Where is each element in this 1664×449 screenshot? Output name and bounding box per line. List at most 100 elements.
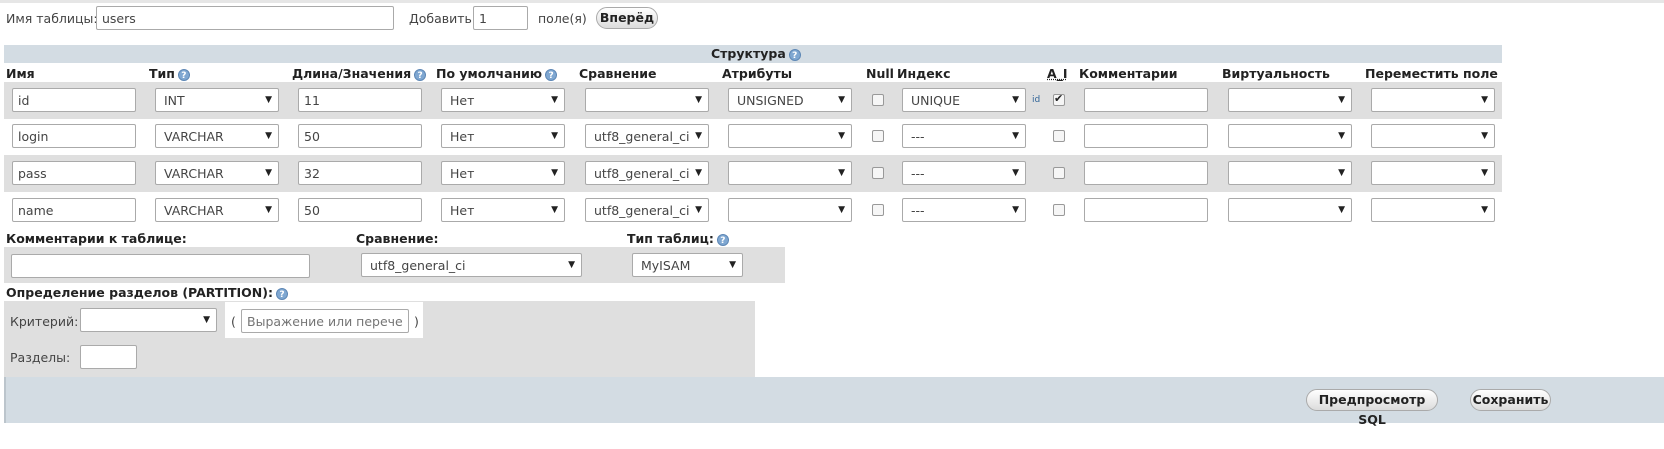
field-comment-input[interactable] (1084, 88, 1208, 112)
field-name-input[interactable] (12, 88, 136, 112)
field-collation-select[interactable]: utf8_general_ci ▼ (585, 161, 709, 185)
field-comment-input[interactable] (1084, 161, 1208, 185)
index-note: id (1032, 95, 1041, 105)
field-attributes-select[interactable]: ▼ (728, 198, 852, 222)
save-button[interactable]: Сохранить (1470, 389, 1551, 411)
col-collation-header: Сравнение (579, 66, 657, 81)
field-null-checkbox[interactable] (872, 204, 884, 216)
field-index-select[interactable]: UNIQUE ▼ (902, 88, 1026, 112)
field-comment-input[interactable] (1084, 198, 1208, 222)
open-paren: ( (231, 314, 236, 329)
chevron-down-icon: ▼ (551, 131, 558, 141)
help-icon[interactable]: ? (414, 68, 427, 81)
field-move-select[interactable]: ▼ (1371, 124, 1495, 148)
field-virtuality-select[interactable]: ▼ (1228, 198, 1352, 222)
preview-sql-button[interactable]: Предпросмотр SQL (1306, 389, 1438, 427)
col-type-header: Тип? (149, 66, 190, 81)
chevron-down-icon: ▼ (551, 95, 558, 105)
partition-title: Определение разделов (PARTITION):? (6, 285, 288, 300)
help-icon[interactable]: ? (788, 48, 801, 61)
field-type-select-value: INT (164, 93, 185, 108)
field-name-input[interactable] (12, 124, 136, 148)
field-index-select[interactable]: --- ▼ (902, 198, 1026, 222)
field-length-input[interactable] (298, 88, 422, 112)
field-default-select[interactable]: Нет ▼ (441, 88, 565, 112)
field-move-select[interactable]: ▼ (1371, 161, 1495, 185)
field-default-select-value: Нет (450, 166, 475, 181)
field-index-select-value: UNIQUE (911, 93, 961, 108)
field-ai-checkbox[interactable] (1053, 167, 1065, 179)
field-index-select-value: --- (911, 129, 925, 144)
chevron-down-icon: ▼ (838, 131, 845, 141)
field-name-input[interactable] (12, 161, 136, 185)
field-default-select[interactable]: Нет ▼ (441, 198, 565, 222)
field-move-select[interactable]: ▼ (1371, 88, 1495, 112)
partitions-label: Разделы: (10, 350, 71, 365)
table-comment-input[interactable] (11, 254, 310, 278)
field-default-select[interactable]: Нет ▼ (441, 124, 565, 148)
field-index-select-value: --- (911, 203, 925, 218)
field-attributes-select[interactable]: ▼ (728, 124, 852, 148)
field-name-input[interactable] (12, 198, 136, 222)
field-virtuality-select[interactable]: ▼ (1228, 88, 1352, 112)
partition-expression-input[interactable] (241, 309, 409, 333)
chevron-down-icon: ▼ (729, 260, 736, 270)
help-icon[interactable]: ? (177, 68, 190, 81)
field-default-select-value: Нет (450, 203, 475, 218)
partitions-count-input[interactable] (80, 345, 137, 369)
chevron-down-icon: ▼ (1481, 205, 1488, 215)
chevron-down-icon: ▼ (1338, 131, 1345, 141)
field-comment-input[interactable] (1084, 124, 1208, 148)
field-default-select-value: Нет (450, 129, 475, 144)
field-default-select[interactable]: Нет ▼ (441, 161, 565, 185)
field-null-checkbox[interactable] (872, 167, 884, 179)
field-null-checkbox[interactable] (872, 94, 884, 106)
field-collation-select[interactable]: utf8_general_ci ▼ (585, 124, 709, 148)
table-name-input[interactable] (96, 6, 394, 30)
field-ai-checkbox[interactable] (1053, 204, 1065, 216)
field-collation-select-value: utf8_general_ci (594, 129, 690, 144)
col-ai-header: A_I (1047, 66, 1068, 81)
chevron-down-icon: ▼ (551, 205, 558, 215)
criterion-select[interactable]: ▼ (80, 308, 217, 332)
field-type-select[interactable]: VARCHAR ▼ (155, 124, 279, 148)
field-type-select-value: VARCHAR (164, 166, 224, 181)
fields-label: поле(я) (538, 11, 587, 26)
field-default-select-value: Нет (450, 93, 475, 108)
col-comment-header: Комментарии (1079, 66, 1178, 81)
field-length-input[interactable] (298, 198, 422, 222)
field-type-select[interactable]: INT ▼ (155, 88, 279, 112)
field-virtuality-select[interactable]: ▼ (1228, 161, 1352, 185)
field-collation-select[interactable]: utf8_general_ci ▼ (585, 198, 709, 222)
field-null-checkbox[interactable] (872, 130, 884, 142)
field-attributes-select[interactable]: ▼ (728, 161, 852, 185)
col-default-header: По умолчанию? (436, 66, 558, 81)
help-icon[interactable]: ? (716, 233, 729, 246)
table-engine-select[interactable]: MyISAM ▼ (632, 253, 743, 277)
field-attributes-select[interactable]: UNSIGNED ▼ (728, 88, 852, 112)
field-type-select[interactable]: VARCHAR ▼ (155, 161, 279, 185)
field-length-input[interactable] (298, 161, 422, 185)
col-attributes-header: Атрибуты (722, 66, 793, 81)
add-fields-count-input[interactable] (473, 6, 528, 30)
field-index-select[interactable]: --- ▼ (902, 161, 1026, 185)
field-ai-checkbox[interactable] (1053, 130, 1065, 142)
chevron-down-icon: ▼ (1012, 95, 1019, 105)
help-icon[interactable]: ? (545, 68, 558, 81)
field-type-select[interactable]: VARCHAR ▼ (155, 198, 279, 222)
go-button[interactable]: Вперёд (596, 7, 658, 29)
field-ai-checkbox[interactable] (1053, 92, 1065, 106)
table-collation-select[interactable]: utf8_general_ci ▼ (361, 253, 582, 277)
field-index-select[interactable]: --- ▼ (902, 124, 1026, 148)
field-type-select-value: VARCHAR (164, 203, 224, 218)
help-icon[interactable]: ? (275, 287, 288, 300)
field-virtuality-select[interactable]: ▼ (1228, 124, 1352, 148)
field-move-select[interactable]: ▼ (1371, 198, 1495, 222)
col-null-header: Null (866, 66, 894, 81)
criterion-label: Критерий: (10, 314, 79, 329)
chevron-down-icon: ▼ (203, 315, 210, 325)
field-collation-select[interactable]: ▼ (585, 88, 709, 112)
chevron-down-icon: ▼ (1338, 168, 1345, 178)
col-name-header: Имя (6, 66, 35, 81)
field-length-input[interactable] (298, 124, 422, 148)
